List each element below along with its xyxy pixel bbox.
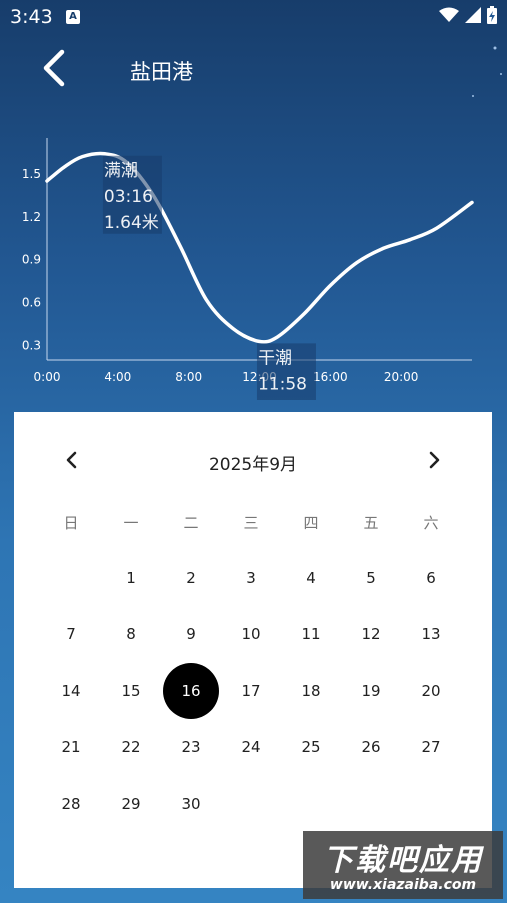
calendar-day[interactable]: 10 [223,606,279,662]
calendar-day[interactable]: 3 [223,550,279,606]
calendar-day[interactable]: 14 [43,663,99,719]
x-tick-label: 16:00 [313,370,348,384]
calendar-card: 2025年9月 日一二三四五六 1 2 3 4 5 6 7 8 9 10 11 12 13 14 15 16 1… [14,412,492,888]
tide-annotation-text: 满潮 [104,161,138,181]
calendar-day[interactable]: 24 [223,719,279,775]
y-tick-label: 1.2 [22,210,41,224]
back-button[interactable] [36,48,80,92]
status-icons [439,6,497,24]
calendar-day[interactable]: 20 [403,663,459,719]
calendar-day[interactable]: 8 [103,606,159,662]
month-header: 2025年9月 [14,442,492,478]
signal-icon [465,7,481,23]
calendar-day[interactable]: 28 [43,776,99,832]
calendar-day[interactable]: 11 [283,606,339,662]
weekday-row: 日一二三四五六 [41,512,461,536]
calendar-day[interactable]: 2 [163,550,219,606]
next-month-button[interactable] [416,444,452,476]
weekday-label: 日 [63,514,79,532]
calendar-day-selected[interactable]: 16 [163,662,219,719]
weekday-label: 三 [243,514,259,532]
x-axis: 0:004:008:0012:0016:0020:00 [34,359,472,384]
calendar-day[interactable]: 1 [103,550,159,606]
status-time: 3:43 [10,6,53,28]
tide-annotation-text: 干潮 [258,348,292,368]
calendar-day[interactable]: 29 [103,776,159,832]
calendar-day[interactable]: 9 [163,606,219,662]
y-tick-label: 0.9 [22,253,41,267]
chevron-right-icon [429,451,440,469]
y-tick-label: 1.5 [22,167,41,181]
calendar-day[interactable]: 15 [103,663,159,719]
watermark: 下载吧应用 www.xiazaiba.com [303,831,503,899]
tide-annotations: 满潮03:161.64米干潮11:580.33米 [102,155,316,400]
app-bar: 盐田港 [0,34,507,106]
calendar-day[interactable]: 13 [403,606,459,662]
y-axis: 1.5 1.2 0.9 0.6 0.3 [22,138,48,360]
watermark-logo-text: 下载吧应用 [323,843,483,878]
weekday-label: 一 [123,514,139,532]
calendar-day[interactable]: 22 [103,719,159,775]
calendar-day[interactable]: 5 [343,550,399,606]
calendar-day[interactable]: 18 [283,663,339,719]
calendar-day[interactable]: 12 [343,606,399,662]
wifi-icon [439,7,459,22]
notification-icon: A [66,10,80,24]
weekday-label: 五 [363,514,379,532]
decorative-stars [472,46,502,97]
tide-annotation-text: 1.64米 [104,213,159,233]
calendar-day[interactable]: 21 [43,719,99,775]
x-tick-label: 8:00 [175,370,202,384]
page-title: 盐田港 [130,60,193,84]
x-tick-label: 0:00 [34,370,61,384]
x-tick-label: 20:00 [384,370,419,384]
weekday-label: 二 [183,514,199,532]
calendar-day[interactable]: 4 [283,550,339,606]
tide-chart: 1.51.20.90.60.3 0:004:008:0012:0016:0020… [22,138,474,400]
chevron-left-icon [43,49,65,87]
battery-icon [487,6,497,24]
calendar-day[interactable]: 7 [43,606,99,662]
calendar-day[interactable]: 23 [163,719,219,775]
status-bar: 3:43 A [0,0,507,34]
calendar-day[interactable]: 19 [343,663,399,719]
calendar-day[interactable]: 27 [403,719,459,775]
weekday-label: 四 [303,514,319,532]
day-grid: 1 2 3 4 5 6 7 8 9 10 11 12 13 14 15 16 17 18 19 20 21 22 23 24 2… [41,550,461,830]
watermark-url: www.xiazaiba.com [329,877,477,893]
tide-annotation-text: 11:58 [258,374,307,394]
y-tick-label: 0.3 [22,339,41,353]
calendar-day[interactable]: 25 [283,719,339,775]
calendar-day[interactable]: 30 [163,776,219,832]
tide-annotation-text: 03:16 [104,187,153,207]
calendar-day[interactable]: 26 [343,719,399,775]
weekday-label: 六 [423,514,439,532]
calendar-day[interactable]: 6 [403,550,459,606]
calendar-day[interactable]: 17 [223,663,279,719]
y-tick-label: 0.6 [22,296,41,310]
x-tick-label: 4:00 [104,370,131,384]
